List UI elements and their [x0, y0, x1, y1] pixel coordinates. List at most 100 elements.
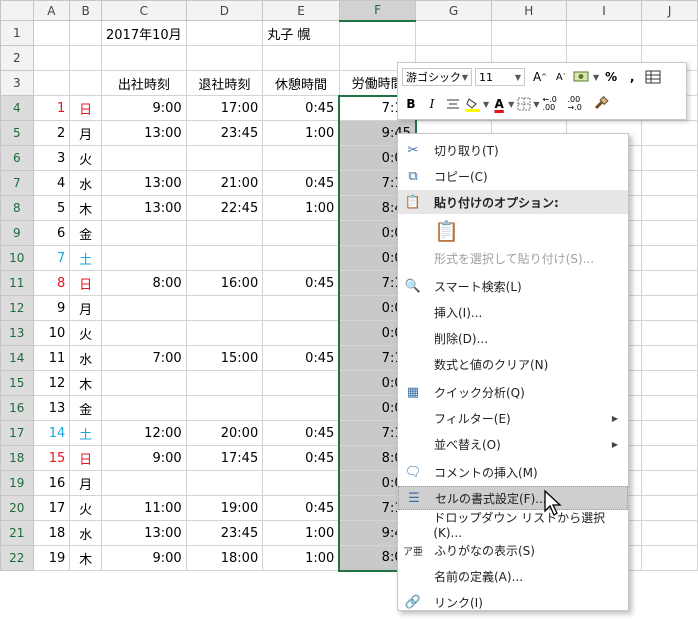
cell-start-time[interactable]: 11:00 — [101, 495, 187, 521]
menu-item-show-phonetic[interactable]: ア亜 ふりがなの表示(S) — [398, 538, 628, 562]
column-header-e[interactable]: E — [262, 0, 340, 21]
menu-item-format-cells[interactable]: ☰ セルの書式設定(F)... — [398, 486, 628, 510]
cell-empty[interactable] — [641, 170, 698, 196]
cell-end-time[interactable] — [185, 295, 264, 321]
cell-day-number[interactable]: 1 — [32, 95, 71, 121]
cell-start-time[interactable]: 13:00 — [101, 195, 187, 221]
cell-break-time[interactable] — [262, 45, 340, 71]
cell-work-hours[interactable] — [338, 20, 417, 46]
cell-weekday[interactable]: 火 — [69, 495, 102, 521]
row-header[interactable]: 16 — [0, 395, 34, 421]
column-header-j[interactable]: J — [641, 0, 698, 21]
cell-break-time[interactable]: 丸子 幌 — [262, 20, 340, 46]
cell-start-time[interactable] — [101, 370, 187, 396]
font-size-box[interactable]: 11 ▼ — [475, 68, 525, 86]
cell-break-time[interactable]: 0:45 — [262, 170, 340, 196]
select-all-corner[interactable] — [0, 0, 34, 21]
cell-end-time[interactable]: 22:45 — [185, 195, 264, 221]
bold-button[interactable]: B — [402, 94, 420, 114]
row-header[interactable]: 22 — [0, 545, 34, 571]
cell-start-time[interactable]: 13:00 — [101, 120, 187, 146]
row-header[interactable]: 5 — [0, 120, 34, 146]
format-painter-button[interactable] — [592, 94, 610, 114]
cell-end-time[interactable]: 16:00 — [185, 270, 264, 296]
cell-day-number[interactable] — [32, 45, 71, 71]
cell-end-time[interactable] — [185, 395, 264, 421]
accounting-format-button[interactable]: ▼ — [573, 67, 599, 87]
cell-break-time[interactable]: 1:00 — [262, 520, 340, 546]
menu-item-smart-lookup[interactable]: 🔍 スマート検索(L) — [398, 274, 628, 298]
cell-empty[interactable] — [641, 20, 698, 46]
cell-empty[interactable] — [490, 20, 567, 46]
cell-start-time[interactable]: 13:00 — [101, 170, 187, 196]
row-header[interactable]: 10 — [0, 245, 34, 271]
cell-end-time[interactable]: 15:00 — [185, 345, 264, 371]
cell-start-time[interactable] — [101, 320, 187, 346]
menu-item-delete[interactable]: 削除(D)... — [398, 326, 628, 350]
cell-day-number[interactable]: 11 — [32, 345, 71, 371]
align-center-button[interactable] — [444, 94, 462, 114]
column-header-i[interactable]: I — [565, 0, 643, 21]
row-header[interactable]: 21 — [0, 520, 34, 546]
cell-weekday[interactable]: 月 — [69, 295, 102, 321]
cell-empty[interactable] — [641, 545, 698, 571]
cell-weekday[interactable]: 日 — [69, 95, 102, 121]
menu-item-quick-analysis[interactable]: ▦ クイック分析(Q) — [398, 380, 628, 404]
row-header[interactable]: 4 — [0, 95, 34, 121]
cell-empty[interactable] — [641, 220, 698, 246]
cell-break-time[interactable]: 0:45 — [262, 95, 340, 121]
cell-start-time[interactable]: 2017年10月 — [101, 20, 187, 46]
row-header[interactable]: 2 — [0, 45, 34, 71]
cell-end-time[interactable]: 23:45 — [185, 520, 264, 546]
cell-end-time[interactable] — [185, 370, 264, 396]
cell-day-number[interactable]: 5 — [32, 195, 71, 221]
cell-empty[interactable] — [641, 345, 698, 371]
cell-start-time[interactable]: 出社時刻 — [101, 70, 187, 96]
cell-break-time[interactable] — [262, 295, 340, 321]
menu-item-filter[interactable]: フィルター(E) ▶ — [398, 406, 628, 430]
cell-day-number[interactable]: 10 — [32, 320, 71, 346]
column-header-c[interactable]: C — [101, 0, 187, 21]
cell-end-time[interactable]: 18:00 — [185, 545, 264, 571]
cell-empty[interactable] — [641, 445, 698, 471]
cell-weekday[interactable]: 火 — [69, 145, 102, 171]
cell-start-time[interactable]: 9:00 — [101, 545, 187, 571]
cell-end-time[interactable]: 23:45 — [185, 120, 264, 146]
cell-empty[interactable] — [641, 320, 698, 346]
cell-weekday[interactable] — [69, 45, 102, 71]
cell-day-number[interactable]: 15 — [32, 445, 71, 471]
increase-font-size-button[interactable]: A ^ — [531, 67, 549, 87]
row-header[interactable]: 19 — [0, 470, 34, 496]
cell-empty[interactable] — [641, 195, 698, 221]
cell-day-number[interactable]: 3 — [32, 145, 71, 171]
row-header[interactable]: 6 — [0, 145, 34, 171]
cell-day-number[interactable]: 17 — [32, 495, 71, 521]
cell-weekday[interactable]: 水 — [69, 345, 102, 371]
cell-break-time[interactable] — [262, 220, 340, 246]
column-header-d[interactable]: D — [185, 0, 264, 21]
cell-weekday[interactable]: 日 — [69, 445, 102, 471]
cell-weekday[interactable]: 月 — [69, 120, 102, 146]
column-header-a[interactable]: A — [32, 0, 71, 21]
row-header[interactable]: 7 — [0, 170, 34, 196]
row-header[interactable]: 3 — [0, 70, 34, 96]
cell-day-number[interactable]: 12 — [32, 370, 71, 396]
row-header[interactable]: 13 — [0, 320, 34, 346]
menu-item-pick-from-list[interactable]: ドロップダウン リストから選択(K)... — [398, 511, 628, 540]
cell-end-time[interactable] — [185, 145, 264, 171]
cell-end-time[interactable]: 20:00 — [185, 420, 264, 446]
column-header-h[interactable]: H — [490, 0, 567, 21]
cell-day-number[interactable]: 7 — [32, 245, 71, 271]
cell-empty[interactable] — [641, 395, 698, 421]
cell-day-number[interactable]: 13 — [32, 395, 71, 421]
cell-break-time[interactable]: 0:45 — [262, 420, 340, 446]
cell-weekday[interactable]: 土 — [69, 420, 102, 446]
cell-end-time[interactable] — [185, 470, 264, 496]
cell-empty[interactable] — [641, 370, 698, 396]
cell-end-time[interactable] — [185, 220, 264, 246]
cell-start-time[interactable]: 12:00 — [101, 420, 187, 446]
cell-empty[interactable] — [565, 20, 643, 46]
cell-break-time[interactable]: 0:45 — [262, 495, 340, 521]
row-header[interactable]: 20 — [0, 495, 34, 521]
menu-item-insert[interactable]: 挿入(I)... — [398, 300, 628, 324]
